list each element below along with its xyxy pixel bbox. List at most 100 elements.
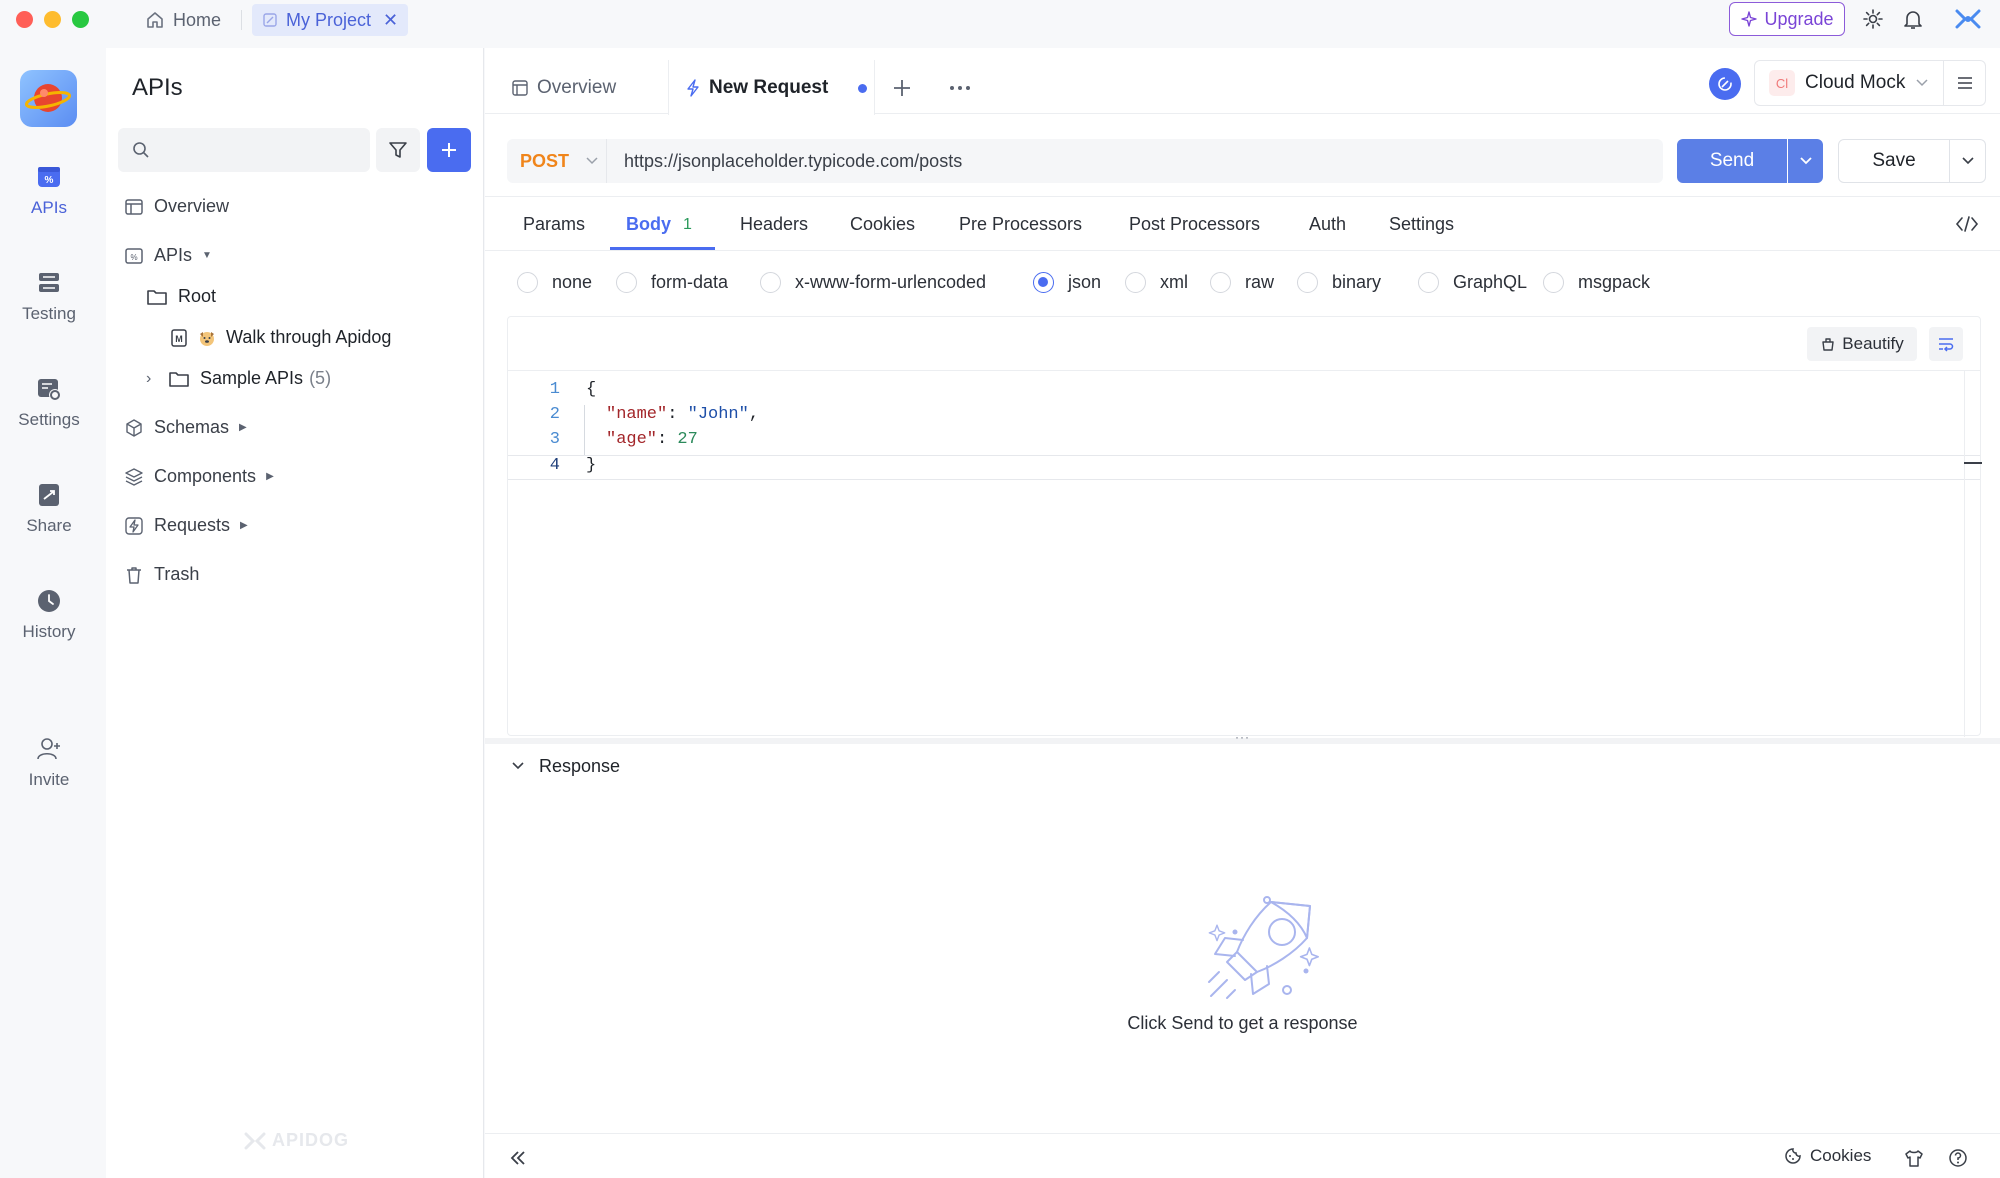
cookies-label: Cookies [1810, 1146, 1872, 1165]
resize-handle[interactable]: ··· [485, 730, 2000, 744]
rail-item-invite[interactable]: Invite [0, 736, 98, 790]
response-header[interactable]: Response [511, 748, 620, 784]
wrap-toggle-button[interactable] [1929, 327, 1963, 361]
radio-binary[interactable]: binary [1297, 272, 1381, 293]
tree-root[interactable]: Root [146, 286, 216, 307]
tab-headers[interactable]: Headers [740, 214, 808, 235]
tab-home[interactable]: Home [135, 4, 231, 36]
line-number: 3 [549, 430, 560, 449]
more-icon[interactable] [948, 78, 972, 98]
tree-apis[interactable]: % APIs ▼ [124, 245, 212, 266]
search-input[interactable] [118, 128, 370, 172]
radio-dot [517, 272, 538, 293]
radio-xml[interactable]: xml [1125, 272, 1188, 293]
body-editor: Beautify 1{ 2 "name": "John", 3 "age": 27 … [507, 316, 1982, 737]
tree-sample-apis[interactable]: › Sample APIs (5) [146, 368, 331, 389]
method-select[interactable]: POST [507, 139, 607, 183]
radio-json[interactable]: json [1033, 272, 1101, 293]
radio-urlencoded[interactable]: x-www-form-urlencoded [760, 272, 986, 293]
tree-requests[interactable]: Requests ▶ [124, 515, 248, 536]
radio-none-label: none [552, 272, 593, 292]
environment-select[interactable]: Cl Cloud Mock [1754, 60, 1944, 106]
scrollbar-track[interactable] [1964, 371, 1965, 737]
tree-schemas[interactable]: Schemas ▶ [124, 417, 247, 438]
tab-post-processors[interactable]: Post Processors [1129, 214, 1260, 235]
radio-msgpack[interactable]: msgpack [1543, 272, 1650, 293]
add-api-button[interactable] [427, 128, 471, 172]
tab-cookies[interactable]: Cookies [850, 214, 915, 235]
help-icon[interactable] [1948, 1148, 1968, 1168]
tree-overview-label: Overview [154, 196, 230, 216]
tab-new-request[interactable]: New Request [685, 62, 868, 114]
tab-auth[interactable]: Auth [1309, 214, 1346, 235]
sparkle-icon [1741, 11, 1758, 27]
tab-divider [241, 10, 242, 30]
radio-graphql[interactable]: GraphQL [1418, 272, 1527, 293]
shirt-icon[interactable] [1904, 1148, 1924, 1168]
minimize-window-button[interactable] [44, 11, 61, 28]
rail-item-testing-label: Testing [22, 304, 76, 323]
radio-form-data[interactable]: form-data [616, 272, 728, 293]
indent-guide [584, 405, 585, 455]
radio-raw[interactable]: raw [1210, 272, 1274, 293]
tab-settings[interactable]: Settings [1389, 214, 1454, 235]
collapse-left-icon[interactable] [509, 1149, 527, 1167]
folder-icon [169, 371, 189, 387]
overview-icon [512, 80, 528, 96]
plus-icon[interactable] [892, 78, 912, 98]
rail-item-apis[interactable]: % APIs [0, 164, 98, 218]
send-options-button[interactable] [1788, 139, 1823, 183]
radio-none[interactable]: none [517, 272, 592, 293]
close-tab-icon[interactable]: ✕ [383, 10, 398, 31]
method-label: POST [520, 150, 570, 171]
cookies-button[interactable]: Cookies [1784, 1146, 1871, 1166]
caret-right-icon: ▶ [266, 471, 274, 482]
tab-params[interactable]: Params [523, 214, 585, 235]
svg-text:M: M [175, 334, 183, 344]
tab-body[interactable]: Body [626, 214, 671, 235]
tab-overview-label: Overview [537, 77, 617, 98]
save-button[interactable]: Save [1838, 139, 1950, 183]
code-icon[interactable] [1955, 214, 1979, 234]
rail-item-settings[interactable]: Settings [0, 376, 98, 430]
tab-pre-processors[interactable]: Pre Processors [959, 214, 1082, 235]
tree-walk-through[interactable]: M Walk through Apidog [170, 327, 391, 348]
url-input[interactable]: https://jsonplaceholder.typicode.com/pos… [624, 139, 1654, 183]
code-line: 1{ [508, 380, 596, 405]
close-window-button[interactable] [16, 11, 33, 28]
project-avatar[interactable] [20, 70, 77, 127]
send-button[interactable]: Send [1677, 139, 1787, 183]
save-options-button[interactable] [1950, 139, 1986, 183]
beautify-button[interactable]: Beautify [1807, 327, 1917, 361]
menu-button[interactable] [1944, 60, 1986, 106]
folder-icon [147, 289, 167, 305]
sync-button[interactable] [1709, 68, 1741, 100]
tree-trash[interactable]: Trash [124, 564, 199, 585]
tab-home-label: Home [173, 9, 222, 30]
code-area[interactable]: 1{ 2 "name": "John", 3 "age": 27 4} [508, 371, 1982, 737]
response-title: Response [539, 755, 621, 776]
tree-overview[interactable]: Overview [124, 196, 229, 217]
rail-item-testing[interactable]: Testing [0, 270, 98, 324]
api-folder-icon: % [125, 247, 143, 264]
rail-item-share[interactable]: Share [0, 482, 98, 536]
gear-icon[interactable] [1862, 8, 1884, 30]
tree-sample-apis-count: (5) [309, 368, 332, 388]
tab-my-project[interactable]: My Project ✕ [252, 4, 409, 36]
upgrade-button[interactable]: Upgrade [1729, 2, 1845, 36]
tab-overview[interactable]: Overview [511, 62, 616, 114]
svg-text:%: % [45, 175, 54, 186]
code-line: 2 "name": "John", [508, 405, 759, 430]
zoom-window-button[interactable] [72, 11, 89, 28]
grip-dots-icon: ··· [1235, 730, 1250, 744]
bell-icon[interactable] [1902, 8, 1924, 30]
unsaved-dot [858, 83, 868, 93]
filter-button[interactable] [376, 128, 420, 172]
home-icon [147, 12, 163, 28]
chevron-right-icon[interactable]: › [146, 370, 158, 388]
tree-components[interactable]: Components ▶ [124, 466, 274, 487]
rail-item-history[interactable]: History [0, 588, 98, 642]
body-count-badge: 1 [683, 216, 692, 233]
trash-icon [127, 566, 141, 584]
apidog-watermark: APIDOG [244, 1130, 349, 1151]
